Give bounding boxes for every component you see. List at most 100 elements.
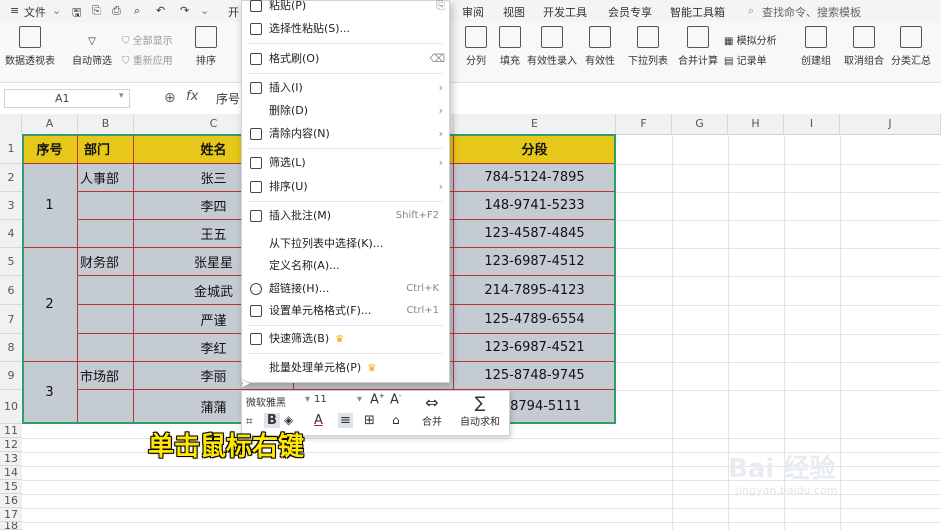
row-header[interactable]: 13 — [0, 452, 22, 466]
autofilter-button[interactable]: ▽ 自动筛选 — [62, 26, 122, 67]
menu-item-insert[interactable]: 插入(I) › — [242, 77, 449, 99]
print-preview-icon[interactable]: ⌕ — [134, 4, 140, 18]
col-header-i[interactable]: I — [784, 114, 840, 134]
menu-item-insert-comment[interactable]: 插入批注(M) Shift+F2 — [242, 205, 449, 227]
col-header-h[interactable]: H — [728, 114, 784, 134]
export-pdf-icon[interactable]: ⎘ — [92, 4, 101, 18]
menu-item-filter[interactable]: 筛选(L) › — [242, 152, 449, 174]
row-header[interactable]: 3 — [0, 192, 22, 220]
menu-item-clear[interactable]: 清除内容(N) › — [242, 123, 449, 145]
cell-dept-empty[interactable] — [78, 276, 134, 305]
menu-item-pick-list[interactable]: 从下拉列表中选择(K)... — [242, 233, 449, 255]
cell-no-3[interactable]: 3 — [22, 362, 78, 424]
font-grow-icon[interactable]: A+ — [370, 392, 385, 407]
cell-dept[interactable]: 市场部 — [78, 362, 134, 390]
menu-member[interactable]: 会员专享 — [608, 4, 652, 20]
row-header[interactable]: 8 — [0, 334, 22, 362]
menu-item-quick-filter[interactable]: 快速筛选(B) ♛ — [242, 328, 449, 350]
zoom-icon[interactable]: ⊕ — [164, 90, 176, 106]
more-icon[interactable]: ⌄ — [200, 4, 209, 17]
row-header[interactable]: 5 — [0, 248, 22, 276]
save-icon[interactable]: 🖫 — [72, 4, 81, 23]
merge-button[interactable]: ⇔ 合并 — [412, 393, 452, 433]
pivot-table-button[interactable]: 数据透视表 — [0, 26, 60, 67]
row-header[interactable]: 16 — [0, 494, 22, 508]
cell-seg[interactable]: 125-4789-6554 — [454, 305, 616, 334]
font-size-select[interactable]: 11 ▾ — [314, 394, 362, 409]
col-header-f[interactable]: F — [616, 114, 672, 134]
row-header[interactable]: 17 — [0, 508, 22, 522]
cell-dept-empty[interactable] — [78, 390, 134, 424]
cell-dept-empty[interactable] — [78, 334, 134, 362]
cell-dept-empty[interactable] — [78, 220, 134, 248]
row-header[interactable]: 18 — [0, 522, 22, 530]
border-icon[interactable]: ⊞ — [364, 413, 375, 428]
col-header-g[interactable]: G — [672, 114, 728, 134]
cell-dept[interactable]: 人事部 — [78, 164, 134, 192]
row-header[interactable]: 9 — [0, 362, 22, 390]
name-box[interactable]: A1 ▾ — [4, 89, 130, 108]
print-icon[interactable]: ⎙ — [112, 4, 121, 18]
cell-header-seg[interactable]: 分段 — [454, 134, 616, 164]
row-header[interactable]: 10 — [0, 390, 22, 424]
cell-no-2[interactable]: 2 — [22, 248, 78, 362]
search-command[interactable]: 查找命令、搜索模板 — [762, 4, 861, 20]
col-header-j[interactable]: J — [840, 114, 941, 134]
menu-item-sort[interactable]: 排序(U) › — [242, 176, 449, 198]
menu-view[interactable]: 视图 — [503, 4, 525, 20]
row-header[interactable]: 14 — [0, 466, 22, 480]
paste-options-icon[interactable]: ⎘ — [436, 0, 445, 17]
cell-dept-empty[interactable] — [78, 305, 134, 334]
menu-start[interactable]: 开 — [228, 4, 239, 20]
menu-review[interactable]: 审阅 — [462, 4, 484, 20]
cell-seg[interactable]: 123-6987-4512 — [454, 248, 616, 276]
cell-header-dept[interactable]: 部门 — [78, 134, 134, 164]
sort-button[interactable]: 排序 — [176, 26, 236, 67]
font-color-icon[interactable]: A — [314, 413, 323, 428]
menu-item-paste[interactable]: 粘贴(P) ⎘ — [242, 0, 449, 17]
menu-item-paste-special[interactable]: 选择性粘贴(S)... — [242, 18, 449, 40]
record-button[interactable]: ▤ 记录单 — [724, 52, 767, 67]
menu-smart-toolbox[interactable]: 智能工具箱 — [670, 4, 725, 20]
search-icon[interactable]: ⌕ — [748, 4, 754, 18]
select-all-corner[interactable] — [0, 114, 22, 134]
row-header[interactable]: 15 — [0, 480, 22, 494]
menu-item-define-name[interactable]: 定义名称(A)... — [242, 255, 449, 277]
menu-dev[interactable]: 开发工具 — [543, 4, 587, 20]
formula-input[interactable]: 序号 — [216, 90, 240, 107]
reapply-button[interactable]: ⛉ 重新应用 — [122, 52, 173, 67]
row-header[interactable]: 1 — [0, 134, 22, 164]
subtotal-button[interactable]: 分类汇总 — [881, 26, 941, 67]
row-header[interactable]: 4 — [0, 220, 22, 248]
font-select[interactable]: 微软雅黑 ▾ — [246, 394, 310, 409]
align-center-icon[interactable]: ≡ — [338, 413, 353, 428]
cell-seg[interactable]: 214-7895-4123 — [454, 276, 616, 305]
cell-dept-empty[interactable] — [78, 192, 134, 220]
cell-seg[interactable]: 123-6987-4521 — [454, 334, 616, 362]
fx-icon[interactable]: fx — [186, 89, 198, 104]
cell-seg[interactable]: 125-8748-9745 — [454, 362, 616, 390]
menu-item-delete[interactable]: 删除(D) › — [242, 100, 449, 122]
row-header[interactable]: 11 — [0, 424, 22, 438]
cell-seg[interactable]: 123-4587-4845 — [454, 220, 616, 248]
cell-no-1[interactable]: 1 — [22, 164, 78, 248]
simulate-button[interactable]: ▦ 模拟分析 — [724, 32, 777, 47]
fill-color-icon[interactable]: ◈ — [284, 413, 293, 427]
clear-icon[interactable]: ⌂ — [392, 413, 400, 427]
col-header-a[interactable]: A — [22, 114, 78, 134]
font-shrink-icon[interactable]: A- — [390, 392, 401, 407]
menu-item-format-cells[interactable]: 设置单元格格式(F)... Ctrl+1 — [242, 300, 449, 322]
cell-seg[interactable]: 784-5124-7895 — [454, 164, 616, 192]
chevron-down-icon[interactable]: ⌄ — [52, 4, 61, 17]
menu-file[interactable]: 文件 — [24, 4, 46, 20]
menu-item-batch[interactable]: 批量处理单元格(P) ♛ — [242, 357, 449, 379]
cell-header-no[interactable]: 序号 — [22, 134, 78, 164]
col-header-b[interactable]: B — [78, 114, 134, 134]
clear-format-icon[interactable]: ⌫ — [429, 48, 445, 70]
row-header[interactable]: 7 — [0, 305, 22, 334]
row-header[interactable]: 2 — [0, 164, 22, 192]
col-header-e[interactable]: E — [454, 114, 616, 134]
menu-item-format-painter[interactable]: 格式刷(O) ⌫ — [242, 48, 449, 70]
undo-icon[interactable]: ↶ — [156, 4, 165, 17]
show-all-button[interactable]: ⛉ 全部显示 — [122, 32, 173, 47]
